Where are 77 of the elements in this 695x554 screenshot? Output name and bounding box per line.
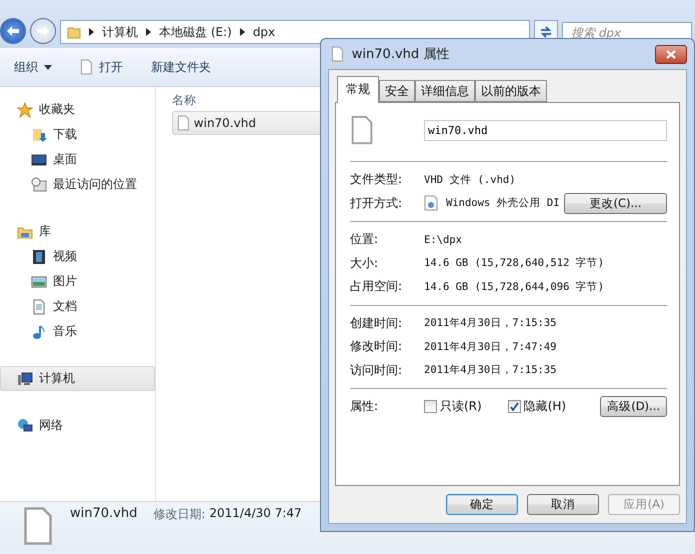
- back-button[interactable]: [0, 18, 26, 44]
- details-label: 修改日期:: [153, 506, 206, 523]
- file-name-field[interactable]: win70.vhd: [424, 120, 667, 140]
- toolbar-button[interactable]: 组织: [14, 58, 52, 76]
- forward-arrow-icon: [36, 25, 50, 37]
- network-icon: [17, 418, 33, 434]
- advanced-button[interactable]: 高级(D)...: [600, 396, 667, 418]
- tab[interactable]: 常规: [337, 76, 379, 103]
- computer-icon: [17, 370, 33, 386]
- property-label: 打开方式:: [350, 194, 404, 212]
- sidebar-item[interactable]: 收藏夹: [0, 97, 155, 122]
- details-value: 2011/4/30 7:47: [209, 506, 302, 520]
- sidebar-item[interactable]: 计算机: [0, 366, 155, 391]
- desktop-icon: [31, 152, 47, 168]
- toolbar-button[interactable]: 新建文件夹: [150, 58, 211, 76]
- dialog-button[interactable]: 取消: [527, 494, 599, 515]
- close-button[interactable]: [655, 44, 687, 64]
- sidebar-item[interactable]: 最近访问的位置: [0, 172, 155, 197]
- property-value: E:\dpx: [424, 234, 462, 246]
- change-button[interactable]: 更改(C)...: [564, 192, 667, 214]
- refresh-icon: [539, 25, 553, 39]
- sidebar-item[interactable]: 图片: [0, 269, 155, 294]
- chevron-icon: [240, 28, 245, 36]
- tab[interactable]: 详细信息: [415, 80, 475, 102]
- file-icon: [350, 115, 374, 145]
- check-icon: [510, 402, 519, 412]
- property-value: 2011年4月30日，7:47:49: [424, 340, 557, 354]
- breadcrumb-item[interactable]: 计算机: [102, 24, 138, 40]
- tab[interactable]: 安全: [379, 80, 415, 102]
- property-label: 修改时间:: [350, 338, 404, 356]
- file-icon: [177, 115, 190, 131]
- forward-button[interactable]: [30, 18, 56, 44]
- chevron-icon: [146, 28, 151, 36]
- video-icon: [31, 248, 47, 264]
- breadcrumb-item[interactable]: dpx: [252, 25, 276, 39]
- sidebar-item[interactable]: 库: [0, 219, 155, 244]
- music-icon: [31, 324, 47, 340]
- sidebar-item[interactable]: 视频: [0, 244, 155, 269]
- property-value: 14.6 GB (15,728,640,512 字节): [424, 256, 604, 270]
- window-title: win70.vhd 属性: [352, 46, 450, 63]
- sidebar-item[interactable]: 音乐: [0, 319, 155, 344]
- property-label: 占用空间:: [350, 278, 404, 296]
- dialog-button[interactable]: 确定: [446, 494, 518, 515]
- sidebar-item[interactable]: 文档: [0, 294, 155, 319]
- sidebar-item[interactable]: 桌面: [0, 147, 155, 172]
- file-icon: [331, 46, 344, 62]
- property-value: 2011年4月30日，7:15:35: [424, 316, 557, 330]
- checkbox[interactable]: 只读(R): [424, 398, 482, 416]
- recent-icon: [31, 176, 47, 192]
- caret-icon: [44, 64, 52, 70]
- breadcrumb-item[interactable]: 本地磁盘 (E:): [159, 24, 232, 40]
- document-icon: [31, 298, 47, 314]
- star-icon: [17, 102, 33, 118]
- back-arrow-icon: [6, 25, 20, 37]
- download-icon: [31, 126, 47, 142]
- property-label: 访问时间:: [350, 362, 404, 379]
- file-icon: [22, 506, 54, 546]
- checkbox[interactable]: 隐藏(H): [508, 398, 566, 416]
- chevron-icon: [89, 28, 94, 36]
- folder-icon: [67, 25, 81, 39]
- property-value: VHD 文件 (.vhd): [424, 172, 516, 187]
- property-label: 位置:: [350, 231, 380, 248]
- property-label: 大小:: [350, 254, 380, 272]
- sidebar-item[interactable]: 下载: [0, 122, 155, 147]
- property-label: 属性:: [350, 398, 380, 416]
- close-icon: [666, 50, 676, 58]
- property-label: 创建时间:: [350, 314, 404, 332]
- property-value: 2011年4月30日，7:15:35: [424, 363, 557, 378]
- toolbar-button[interactable]: 打开: [80, 58, 123, 76]
- property-value: Windows 外壳公用 DI: [446, 196, 560, 210]
- image-icon: [31, 274, 47, 290]
- document-icon: [80, 59, 93, 75]
- property-value: 14.6 GB (15,728,644,096 字节): [424, 280, 604, 294]
- sidebar-item[interactable]: 网络: [0, 413, 155, 438]
- details-file-name: win70.vhd: [70, 506, 138, 521]
- property-label: 文件类型:: [350, 171, 404, 188]
- tab[interactable]: 以前的版本: [475, 80, 547, 102]
